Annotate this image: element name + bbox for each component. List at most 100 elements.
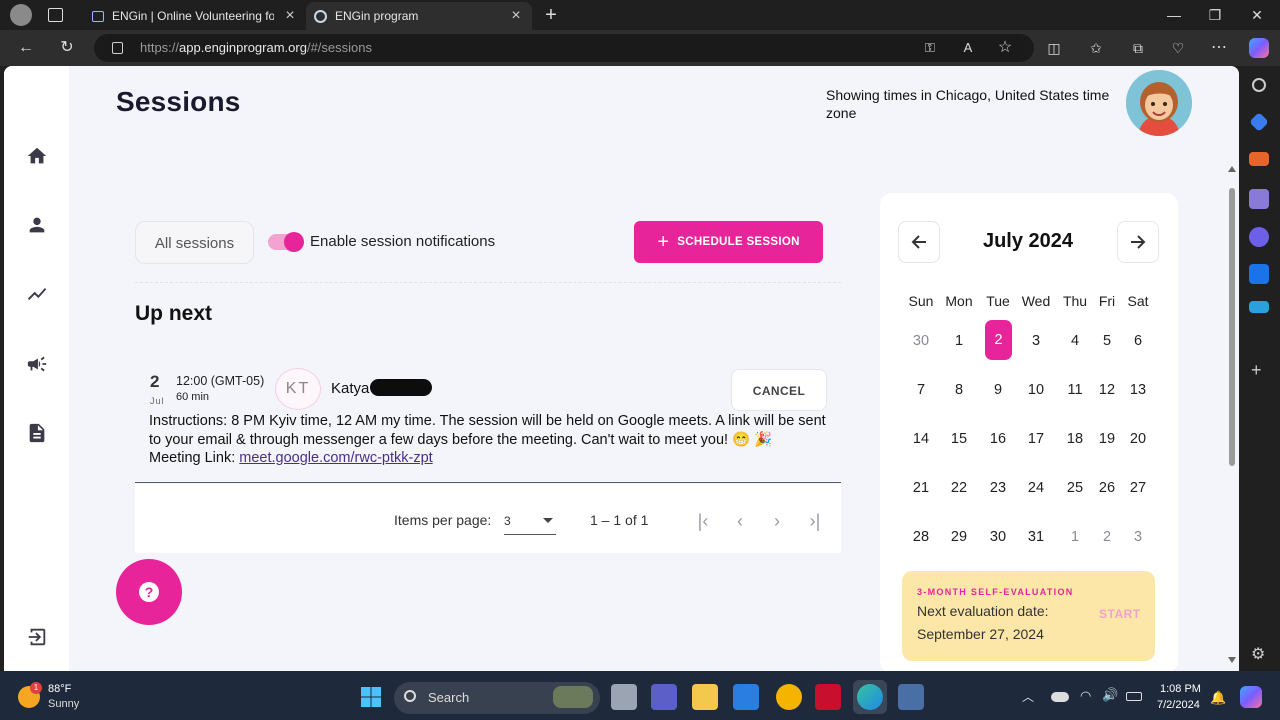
volume-icon[interactable]: 🔊 xyxy=(1102,687,1118,703)
key-icon[interactable]: ⚿ xyxy=(918,36,942,60)
calendar-day[interactable]: 8 xyxy=(942,382,976,398)
first-page-icon[interactable]: |‹ xyxy=(691,510,715,532)
schedule-session-button[interactable]: + SCHEDULE SESSION xyxy=(634,221,823,263)
calendar-day[interactable]: 13 xyxy=(1121,382,1155,398)
calendar-day-selected[interactable]: 2 xyxy=(985,320,1012,360)
calendar-day[interactable]: 7 xyxy=(904,382,938,398)
calendar-day[interactable]: 21 xyxy=(904,480,938,496)
close-window-icon[interactable]: ✕ xyxy=(1234,0,1280,30)
calendar-day[interactable]: 31 xyxy=(1019,529,1053,545)
calendar-day[interactable]: 18 xyxy=(1058,431,1092,447)
calendar-day[interactable]: 9 xyxy=(981,382,1015,398)
close-tab-icon[interactable]: × xyxy=(508,7,524,25)
more-options-icon[interactable]: ⋯ xyxy=(1207,36,1231,60)
calendar-day[interactable]: 23 xyxy=(981,480,1015,496)
tab-actions-icon[interactable] xyxy=(48,8,63,22)
outlook-icon[interactable] xyxy=(1249,264,1269,284)
calendar-day[interactable]: 6 xyxy=(1121,333,1155,349)
mvp-app-icon[interactable] xyxy=(733,684,759,710)
scrollbar-thumb[interactable] xyxy=(1229,188,1235,466)
calculator-icon[interactable] xyxy=(898,684,924,710)
calendar-day[interactable]: 30 xyxy=(904,333,938,349)
calendar-day[interactable]: 3 xyxy=(1019,333,1053,349)
taskbar-date[interactable]: 7/2/2024 xyxy=(1157,699,1200,711)
calendar-day[interactable]: 11 xyxy=(1058,382,1092,398)
calendar-day[interactable]: 12 xyxy=(1090,382,1124,398)
calendar-day[interactable]: 25 xyxy=(1058,480,1092,496)
taskbar-time[interactable]: 1:08 PM xyxy=(1160,683,1201,695)
show-hidden-icons-icon[interactable]: ︿ xyxy=(1022,688,1034,705)
collections-icon[interactable]: ⧉ xyxy=(1126,36,1150,60)
items-per-page-select[interactable]: 3 xyxy=(504,510,556,535)
copilot-icon[interactable] xyxy=(1249,38,1269,58)
calendar-day[interactable]: 3 xyxy=(1121,529,1155,545)
weather-condition[interactable]: Sunny xyxy=(48,698,79,710)
games-icon[interactable] xyxy=(1249,189,1269,209)
profile-avatar-icon[interactable] xyxy=(10,4,32,26)
split-screen-icon[interactable]: ◫ xyxy=(1042,36,1066,60)
help-button[interactable]: ? xyxy=(116,559,182,625)
sidebar-add-icon[interactable]: + xyxy=(1251,360,1262,381)
file-explorer-icon[interactable] xyxy=(692,684,718,710)
previous-month-button[interactable] xyxy=(898,221,940,263)
calendar-day[interactable]: 27 xyxy=(1121,480,1155,496)
calendar-day[interactable]: 10 xyxy=(1019,382,1053,398)
document-icon[interactable] xyxy=(26,422,48,444)
task-view-icon[interactable] xyxy=(611,684,637,710)
wifi-icon[interactable]: ◠ xyxy=(1080,688,1091,704)
calendar-day[interactable]: 1 xyxy=(942,333,976,349)
last-page-icon[interactable]: ›| xyxy=(803,510,827,532)
read-aloud-icon[interactable]: A xyxy=(956,36,980,60)
battery-icon[interactable] xyxy=(1126,692,1142,701)
copilot-sidebar-icon[interactable] xyxy=(1249,227,1269,247)
minimize-icon[interactable]: — xyxy=(1151,0,1197,30)
calendar-day[interactable]: 26 xyxy=(1090,480,1124,496)
evaluation-start-button[interactable]: START xyxy=(1099,607,1141,621)
weather-temperature[interactable]: 88°F xyxy=(48,683,71,695)
favorites-icon[interactable]: ✩ xyxy=(1084,36,1108,60)
copilot-taskbar-icon[interactable] xyxy=(1240,686,1262,708)
user-avatar[interactable] xyxy=(1126,70,1192,136)
calendar-day[interactable]: 1 xyxy=(1058,529,1092,545)
next-month-button[interactable] xyxy=(1117,221,1159,263)
scroll-up-icon[interactable] xyxy=(1228,166,1236,172)
previous-page-icon[interactable]: ‹ xyxy=(728,510,752,532)
browser-tab-engin-program[interactable]: ENGin program × xyxy=(306,2,532,30)
calendar-day[interactable]: 29 xyxy=(942,529,976,545)
calendar-day[interactable]: 20 xyxy=(1121,431,1155,447)
scroll-down-icon[interactable] xyxy=(1228,657,1236,663)
restore-icon[interactable]: ❐ xyxy=(1192,0,1238,30)
edge-icon[interactable] xyxy=(857,684,883,710)
calendar-day[interactable]: 30 xyxy=(981,529,1015,545)
megaphone-icon[interactable] xyxy=(26,353,48,375)
home-icon[interactable] xyxy=(26,145,48,167)
close-tab-icon[interactable]: × xyxy=(282,7,298,25)
url-text[interactable]: https://app.enginprogram.org/#/sessions xyxy=(140,40,372,55)
calendar-day[interactable]: 2 xyxy=(1090,529,1124,545)
teams-icon[interactable] xyxy=(651,684,677,710)
cancel-session-button[interactable]: CANCEL xyxy=(731,369,827,411)
calendar-day[interactable]: 4 xyxy=(1058,333,1092,349)
start-windows-icon[interactable] xyxy=(358,684,384,710)
favorite-star-icon[interactable]: ☆ xyxy=(993,36,1017,60)
tools-briefcase-icon[interactable] xyxy=(1249,152,1269,166)
next-page-icon[interactable]: › xyxy=(765,510,789,532)
meeting-link[interactable]: meet.google.com/rwc-ptkk-zpt xyxy=(239,450,432,466)
refresh-icon[interactable]: ↻ xyxy=(55,36,79,60)
back-arrow-icon[interactable]: ← xyxy=(14,36,38,60)
browser-essentials-icon[interactable]: ♡ xyxy=(1166,36,1190,60)
person-icon[interactable] xyxy=(26,214,48,236)
calendar-day[interactable]: 28 xyxy=(904,529,938,545)
sidebar-settings-icon[interactable]: ⚙ xyxy=(1251,644,1265,664)
calendar-day[interactable]: 16 xyxy=(981,431,1015,447)
browser-tab-engin-volunteering[interactable]: ENGin | Online Volunteering for U × xyxy=(84,2,306,30)
calendar-day[interactable]: 22 xyxy=(942,480,976,496)
lock-icon[interactable] xyxy=(112,42,123,54)
tips-icon[interactable] xyxy=(776,684,802,710)
new-tab-icon[interactable]: + xyxy=(540,3,562,27)
all-sessions-button[interactable]: All sessions xyxy=(135,221,254,264)
logout-icon[interactable] xyxy=(26,626,48,648)
calendar-day[interactable]: 15 xyxy=(942,431,976,447)
calendar-day[interactable]: 5 xyxy=(1090,333,1124,349)
notification-bell-icon[interactable]: 🔔 xyxy=(1210,690,1226,706)
